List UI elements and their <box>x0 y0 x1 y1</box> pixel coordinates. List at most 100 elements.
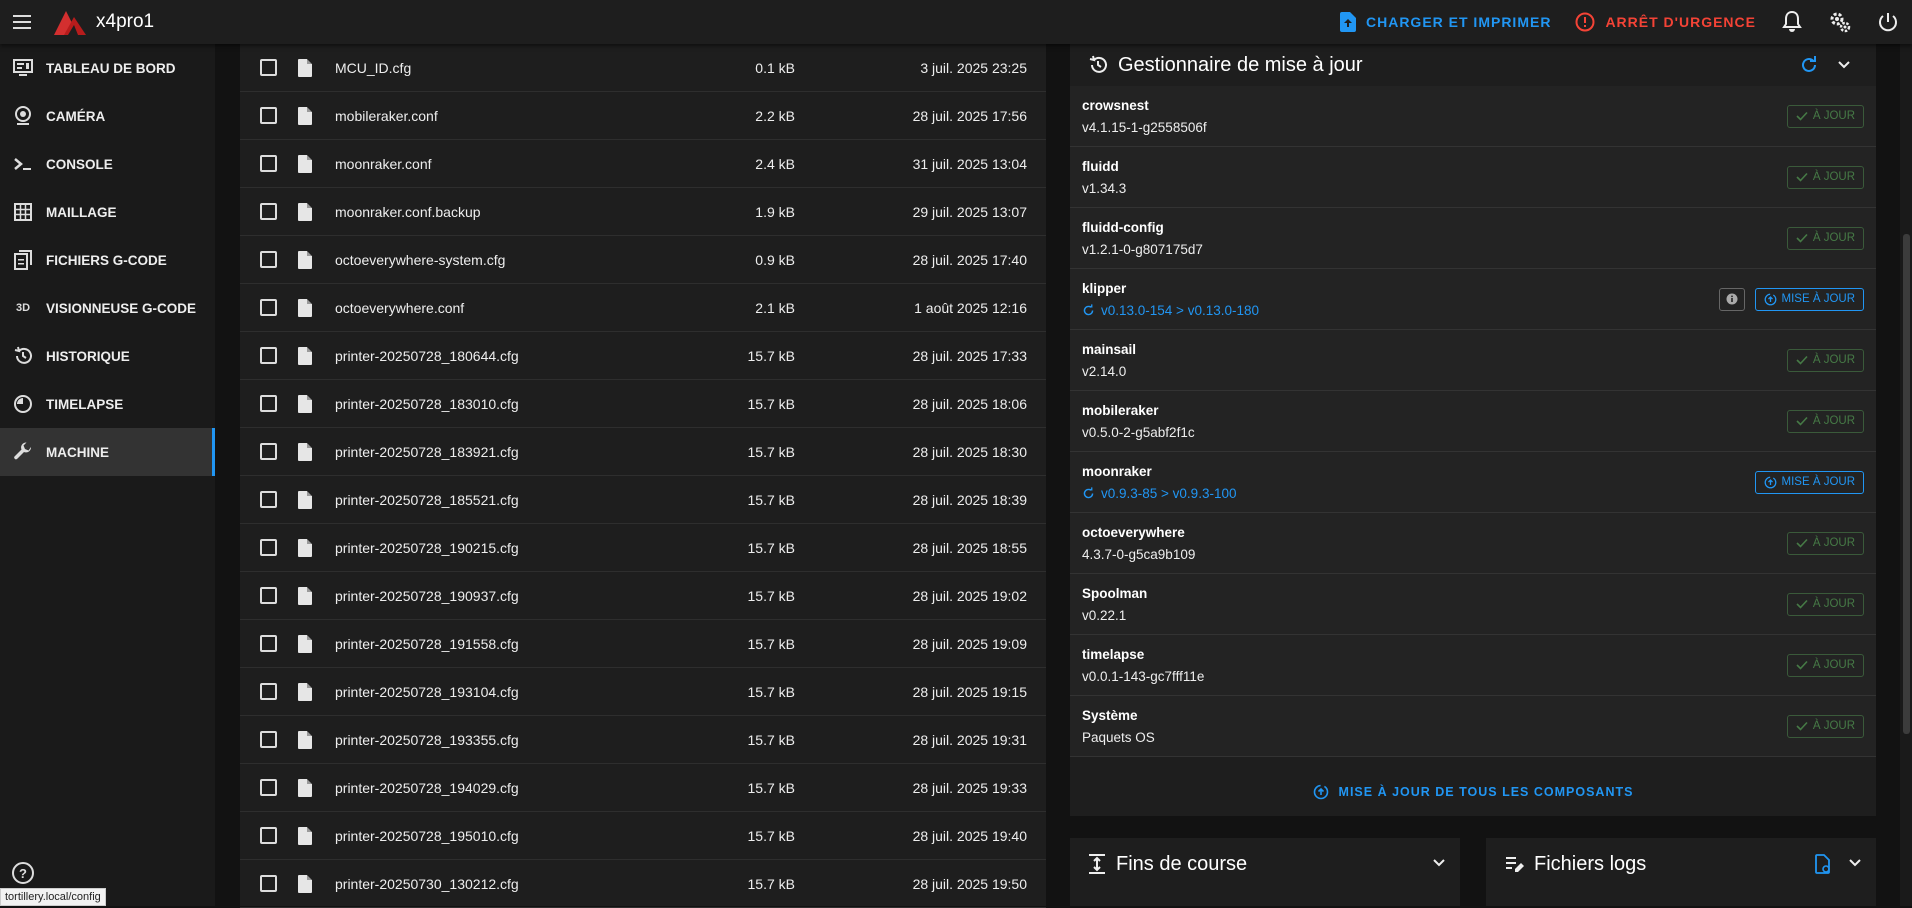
download-logs-button[interactable] <box>1798 854 1848 874</box>
sidebar-item-history[interactable]: HISTORIQUE <box>0 332 215 380</box>
sidebar-item-machine[interactable]: MACHINE <box>0 428 215 476</box>
check-icon <box>1796 355 1808 365</box>
row-checkbox[interactable] <box>260 395 277 412</box>
file-name: printer-20250730_130212.cfg <box>335 875 519 892</box>
row-checkbox[interactable] <box>260 203 277 220</box>
file-size: 15.7 kB <box>747 395 795 412</box>
file-size: 15.7 kB <box>747 827 795 844</box>
app-title: x4pro1 <box>96 11 155 32</box>
file-row[interactable]: printer-20250730_130212.cfg 15.7 kB 28 jui… <box>240 860 1046 908</box>
file-date: 28 juil. 2025 17:56 <box>912 107 1027 124</box>
component-row: octoeverywhere 4.3.7-0-g5ca9b109 À JOUR <box>1070 513 1876 574</box>
timelapse-icon <box>12 393 34 415</box>
file-date: 28 juil. 2025 18:30 <box>912 443 1027 460</box>
file-size: 15.7 kB <box>747 875 795 892</box>
check-icon <box>1796 172 1808 182</box>
file-row[interactable]: printer-20250728_183010.cfg 15.7 kB 28 jui… <box>240 380 1046 428</box>
update-manager-title: Gestionnaire de mise à jour <box>1118 53 1363 76</box>
sidebar-item-label: CAMÉRA <box>46 108 106 124</box>
help-icon[interactable]: ? <box>12 862 34 884</box>
row-checkbox[interactable] <box>260 347 277 364</box>
power-button[interactable] <box>1864 0 1912 44</box>
file-row[interactable]: printer-20250728_183921.cfg 15.7 kB 28 jui… <box>240 428 1046 476</box>
file-row[interactable]: printer-20250728_185521.cfg 15.7 kB 28 jui… <box>240 476 1046 524</box>
sidebar-item-label: HISTORIQUE <box>46 348 130 364</box>
row-checkbox[interactable] <box>260 251 277 268</box>
file-date: 31 juil. 2025 13:04 <box>912 155 1027 172</box>
file-row[interactable]: printer-20250728_195010.cfg 15.7 kB 28 jui… <box>240 812 1046 860</box>
file-row[interactable]: octoeverywhere-system.cfg 0.9 kB 28 juil. … <box>240 236 1046 284</box>
row-checkbox[interactable] <box>260 683 277 700</box>
refresh-button[interactable] <box>1794 56 1824 74</box>
file-size: 15.7 kB <box>747 539 795 556</box>
component-name: crowsnest <box>1082 97 1149 113</box>
menu-toggle-button[interactable] <box>0 0 44 44</box>
update-label: MISE À JOUR <box>1781 293 1855 305</box>
notifications-button[interactable] <box>1768 0 1816 44</box>
component-row: klipper v0.13.0-154 > v0.13.0-180 MISE À J… <box>1070 269 1876 330</box>
file-row[interactable]: moonraker.conf.backup 1.9 kB 29 juil. 2025… <box>240 188 1046 236</box>
row-checkbox[interactable] <box>260 827 277 844</box>
version-text: v0.9.3-85 > v0.9.3-100 <box>1101 485 1237 501</box>
file-icon <box>298 346 312 365</box>
row-checkbox[interactable] <box>260 587 277 604</box>
file-row[interactable]: printer-20250728_193104.cfg 15.7 kB 28 jui… <box>240 668 1046 716</box>
file-row[interactable]: printer-20250728_190215.cfg 15.7 kB 28 jui… <box>240 524 1046 572</box>
file-row[interactable]: MCU_ID.cfg 0.1 kB 3 juil. 2025 23:25 <box>240 44 1046 92</box>
file-row[interactable]: mobileraker.conf 2.2 kB 28 juil. 2025 17:5… <box>240 92 1046 140</box>
page-scrollbar[interactable] <box>1900 44 1912 906</box>
sync-icon <box>1083 486 1094 498</box>
file-row[interactable]: moonraker.conf 2.4 kB 31 juil. 2025 13:04 <box>240 140 1046 188</box>
file-size: 15.7 kB <box>747 779 795 796</box>
file-row[interactable]: printer-20250728_193355.cfg 15.7 kB 28 jui… <box>240 716 1046 764</box>
upload-and-print-button[interactable]: CHARGER ET IMPRIMER <box>1328 0 1563 44</box>
row-checkbox[interactable] <box>260 779 277 796</box>
sidebar-item-mesh[interactable]: MAILLAGE <box>0 188 215 236</box>
update-component-button[interactable]: MISE À JOUR <box>1754 470 1864 494</box>
up-to-date-badge: À JOUR <box>1786 226 1864 250</box>
endstops-collapse-button[interactable] <box>1432 855 1446 873</box>
component-name: timelapse <box>1082 646 1145 662</box>
component-version: 4.3.7-0-g5ca9b109 <box>1082 546 1196 562</box>
component-name: fluidd-config <box>1082 219 1164 235</box>
logs-collapse-button[interactable] <box>1848 855 1862 873</box>
file-row[interactable]: printer-20250728_194029.cfg 15.7 kB 28 jui… <box>240 764 1046 812</box>
check-icon <box>1796 233 1808 243</box>
file-date: 29 juil. 2025 13:07 <box>912 203 1027 220</box>
alert-circle-icon <box>1575 12 1595 32</box>
row-checkbox[interactable] <box>260 635 277 652</box>
file-row[interactable]: octoeverywhere.conf 2.1 kB 1 août 2025 12:… <box>240 284 1046 332</box>
logo-icon <box>54 11 86 35</box>
row-checkbox[interactable] <box>260 155 277 172</box>
file-name: printer-20250728_183010.cfg <box>335 395 519 412</box>
sidebar-item-gcode-files[interactable]: FICHIERS G-CODE <box>0 236 215 284</box>
file-row[interactable]: printer-20250728_191558.cfg 15.7 kB 28 jui… <box>240 620 1046 668</box>
power-icon <box>1879 13 1897 32</box>
sidebar-item-camera[interactable]: CAMÉRA <box>0 92 215 140</box>
update-component-button[interactable]: MISE À JOUR <box>1754 287 1864 311</box>
update-all-button[interactable]: MISE À JOUR DE TOUS LES COMPOSANTS <box>1070 766 1876 818</box>
row-checkbox[interactable] <box>260 107 277 124</box>
up-to-date-label: À JOUR <box>1812 354 1855 366</box>
row-checkbox[interactable] <box>260 443 277 460</box>
file-row[interactable]: printer-20250728_180644.cfg 15.7 kB 28 jui… <box>240 332 1046 380</box>
row-checkbox[interactable] <box>260 59 277 76</box>
sidebar-item-gcode-viewer[interactable]: 3D VISIONNEUSE G-CODE <box>0 284 215 332</box>
collapse-button[interactable] <box>1824 60 1864 70</box>
file-row[interactable]: printer-20250728_190937.cfg 15.7 kB 28 jui… <box>240 572 1046 620</box>
row-checkbox[interactable] <box>260 731 277 748</box>
sidebar-item-timelapse[interactable]: TIMELAPSE <box>0 380 215 428</box>
scrollbar-thumb[interactable] <box>1903 234 1910 734</box>
row-checkbox[interactable] <box>260 875 277 892</box>
sidebar-item-dashboard[interactable]: TABLEAU DE BORD <box>0 44 215 92</box>
settings-button[interactable] <box>1816 0 1864 44</box>
component-name: mainsail <box>1082 341 1137 357</box>
file-size: 15.7 kB <box>747 443 795 460</box>
info-button[interactable] <box>1718 287 1745 311</box>
sidebar-item-console[interactable]: CONSOLE <box>0 140 215 188</box>
row-checkbox[interactable] <box>260 539 277 556</box>
emergency-stop-button[interactable]: ARRÊT D'URGENCE <box>1563 0 1768 44</box>
endstops-title: Fins de course <box>1116 852 1248 875</box>
row-checkbox[interactable] <box>260 491 277 508</box>
row-checkbox[interactable] <box>260 299 277 316</box>
